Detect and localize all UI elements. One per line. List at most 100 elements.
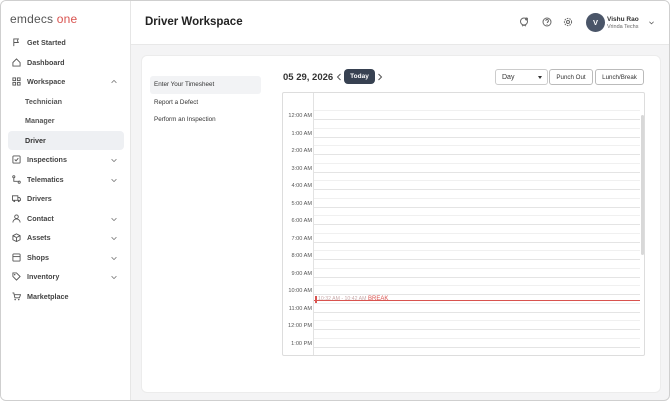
menu-item-timesheet[interactable]: Enter Your Timesheet	[150, 76, 261, 94]
workspace-menu: Enter Your Timesheet Report a Defect Per…	[150, 76, 261, 129]
box-icon	[12, 233, 21, 243]
chevron-down-icon[interactable]	[110, 156, 118, 164]
time-slot-label: 9:00 AM	[291, 270, 312, 277]
time-slot-label: 8:00 AM	[291, 253, 312, 259]
chevron-down-icon[interactable]	[110, 273, 118, 281]
chevron-down-icon[interactable]	[110, 176, 118, 184]
page-title: Driver Workspace	[145, 16, 243, 28]
current-date: 05 29, 2026	[283, 72, 334, 83]
sidebar-item-inventory[interactable]: Inventory	[1, 267, 131, 287]
grid-line	[314, 320, 640, 322]
time-slot-label: 2:00 AM	[291, 148, 312, 154]
sidebar-item-marketplace[interactable]: Marketplace	[1, 287, 131, 307]
sidebar-subitem-driver[interactable]: Driver	[8, 130, 124, 150]
grid-line	[314, 197, 640, 199]
day-calendar[interactable]: 12:00 AM 1:00 AM 2:00 AM 3:00 AM 4:00 AM 5:00…	[282, 92, 645, 356]
grid-line	[314, 189, 640, 190]
time-slot-label: 1:00 PM	[291, 340, 312, 347]
sidebar-item-drivers[interactable]: Drivers	[1, 189, 131, 209]
gear-icon[interactable]	[563, 17, 573, 27]
grid-icon	[12, 77, 21, 86]
workspace-card: Enter Your Timesheet Report a Defect Per…	[141, 55, 661, 393]
punch-out-button[interactable]: Punch Out	[549, 69, 593, 85]
grid-line	[314, 224, 640, 225]
grid-line	[314, 267, 640, 269]
event-time: 10:32 AM - 10:42 AM	[318, 296, 367, 302]
chevron-left-icon[interactable]	[336, 73, 342, 81]
grid-line	[314, 294, 640, 295]
time-slot-label: 6:00 AM	[291, 218, 312, 224]
sidebar-item-inspections[interactable]: Inspections	[1, 150, 131, 170]
sidebar-item-telematics[interactable]: Telematics	[1, 170, 131, 190]
time-slot-label: 1:00 AM	[291, 130, 312, 137]
view-select[interactable]: Day	[495, 69, 548, 85]
scrollbar[interactable]	[641, 115, 644, 255]
user-name[interactable]: Vishu Rao	[607, 16, 639, 23]
chevron-down-icon[interactable]	[110, 254, 118, 262]
avatar[interactable]: V	[586, 13, 605, 32]
menu-item-report-defect[interactable]: Report a Defect	[150, 94, 261, 112]
time-slot-label: 12:00 PM	[288, 323, 312, 329]
time-slot-label: 4:00 AM	[291, 183, 312, 189]
sidebar-item-assets[interactable]: Assets	[1, 228, 131, 248]
today-button[interactable]: Today	[344, 69, 375, 84]
time-slot-label: 11:00 AM	[288, 305, 312, 312]
top-header: Driver Workspace V Vishu Rao Vrinda Tech…	[131, 1, 669, 45]
view-select-value: Day	[502, 73, 515, 81]
sidebar-subitem-technician[interactable]: Technician	[1, 92, 131, 112]
person-icon	[12, 214, 21, 223]
sidebar: emdecs one Get Started Dashboard Workspa…	[1, 1, 131, 400]
help-icon[interactable]	[542, 17, 552, 27]
time-slot-label: 12:00 AM	[288, 113, 312, 119]
grid-line	[314, 355, 640, 356]
grid-line	[314, 154, 640, 155]
support-icon[interactable]	[519, 17, 529, 27]
grid-line	[314, 136, 640, 138]
sidebar-item-label: Dashboard	[27, 57, 65, 67]
grid-line	[314, 232, 640, 234]
route-icon	[12, 175, 21, 184]
logo: emdecs one	[10, 12, 78, 26]
chevron-right-icon[interactable]	[377, 73, 383, 81]
app-window: emdecs one Get Started Dashboard Workspa…	[0, 0, 670, 401]
sidebar-item-label: Assets	[27, 233, 51, 243]
sidebar-item-label: Contact	[27, 213, 54, 223]
sidebar-subitem-manager[interactable]: Manager	[1, 111, 131, 131]
grid-line	[314, 110, 640, 112]
sidebar-item-label: Telematics	[27, 174, 64, 184]
sidebar-item-shops[interactable]: Shops	[1, 248, 131, 268]
logo-accent: one	[56, 12, 78, 26]
lunch-break-button[interactable]: Lunch/Break	[595, 69, 644, 85]
event-marker	[315, 296, 317, 303]
grid-line	[314, 180, 640, 182]
caret-down-icon	[538, 76, 542, 79]
cart-icon	[12, 292, 21, 301]
flag-icon	[12, 38, 21, 47]
sidebar-item-label: Shops	[27, 252, 49, 262]
time-slot-label: 7:00 AM	[291, 235, 312, 242]
chevron-down-icon[interactable]	[648, 19, 655, 26]
grid-line	[314, 285, 640, 287]
grid-line	[314, 215, 640, 217]
chevron-down-icon[interactable]	[110, 234, 118, 242]
tag-icon	[12, 272, 21, 281]
chevron-up-icon[interactable]	[110, 78, 118, 86]
truck-icon	[12, 194, 21, 203]
sidebar-item-label: Get Started	[27, 38, 66, 48]
event-title: BREAK	[368, 295, 389, 302]
grid-line	[314, 162, 640, 164]
time-slot-label: 5:00 AM	[291, 200, 312, 207]
grid-line	[314, 206, 640, 208]
menu-item-perform-inspection[interactable]: Perform an Inspection	[150, 111, 261, 129]
sidebar-item-get-started[interactable]: Get Started	[1, 33, 131, 53]
grid-line	[314, 250, 640, 252]
home-icon	[12, 58, 21, 67]
break-event[interactable]: 10:32 AM - 10:42 AM BREAK	[315, 296, 635, 304]
grid-line	[314, 329, 640, 330]
chevron-down-icon[interactable]	[110, 215, 118, 223]
sidebar-item-dashboard[interactable]: Dashboard	[1, 53, 131, 73]
grid-line	[314, 145, 640, 147]
sidebar-item-contact[interactable]: Contact	[1, 209, 131, 229]
sidebar-item-workspace[interactable]: Workspace	[1, 72, 131, 92]
sidebar-item-label: Inventory	[27, 272, 60, 282]
